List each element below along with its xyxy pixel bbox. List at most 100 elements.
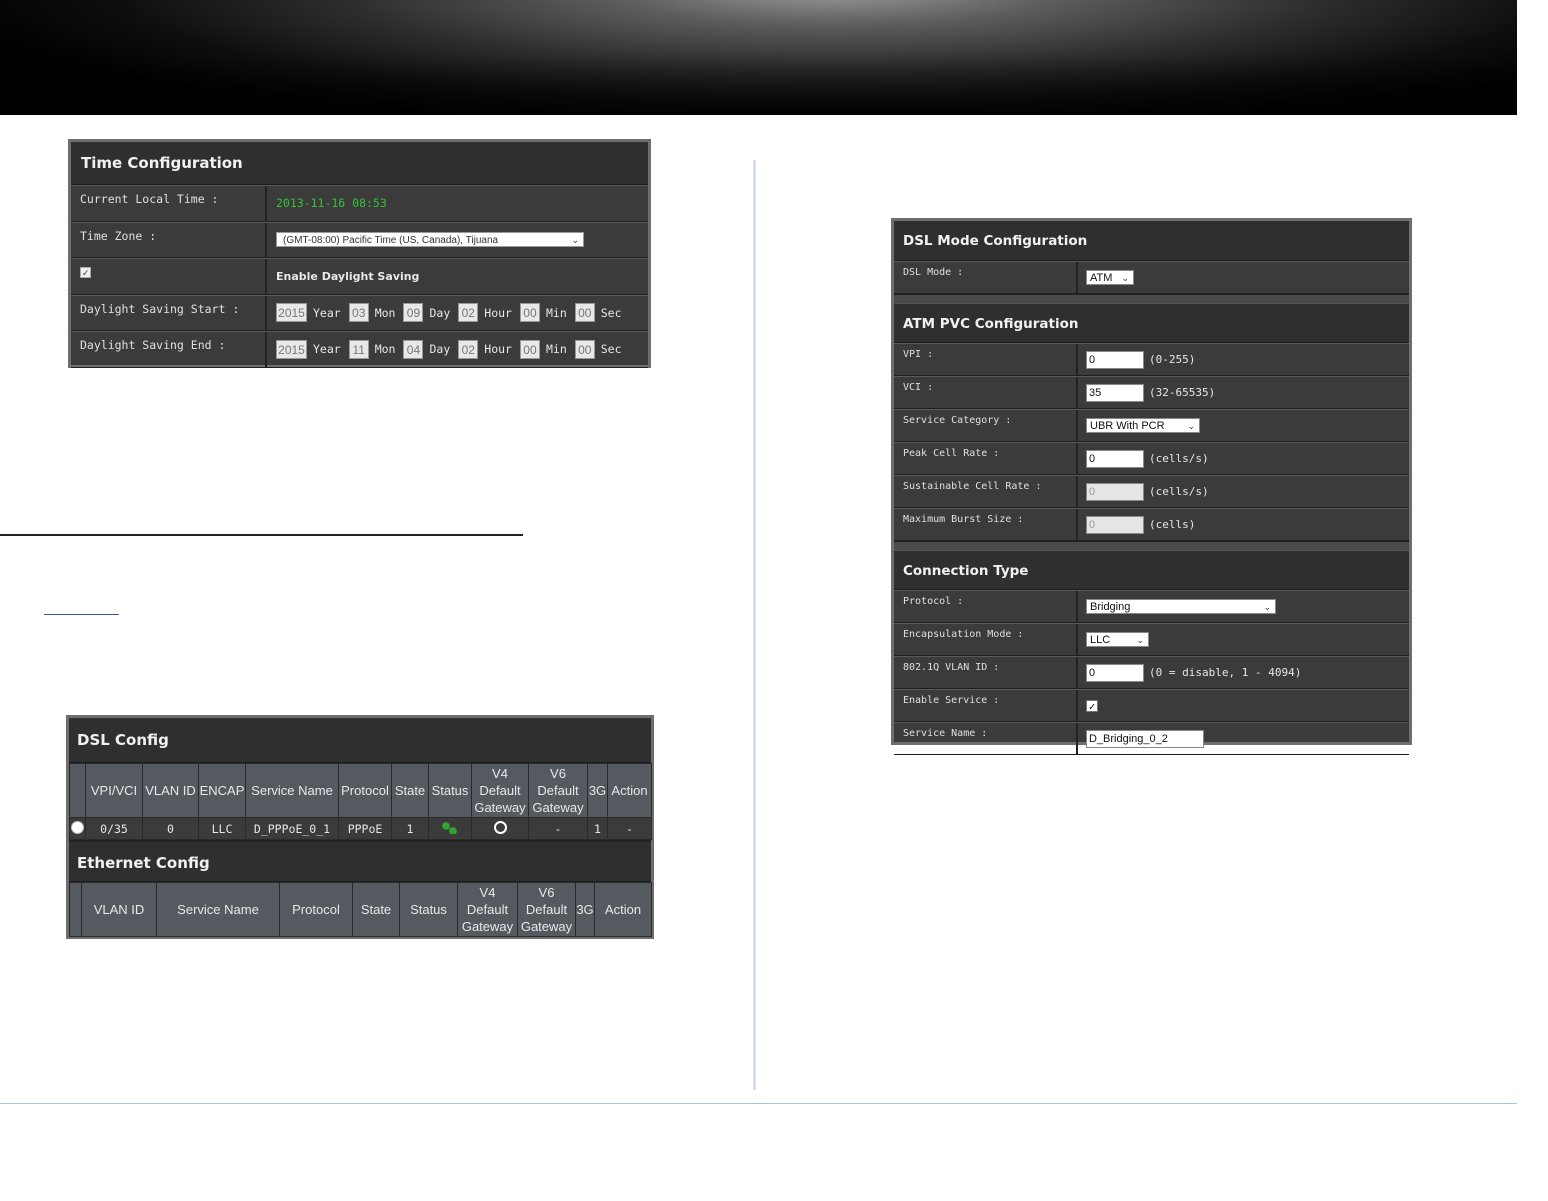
daylight-start-label: Daylight Saving Start : — [71, 295, 267, 330]
protocol-label: Protocol : — [894, 591, 1078, 622]
vlan-row: 802.1Q VLAN ID : 0 (0 = disable, 1 - 4094… — [894, 656, 1409, 689]
vci-row: VCI : 35 (32-65535) — [894, 376, 1409, 409]
enable-service-checkbox[interactable]: ✓ — [1086, 699, 1098, 712]
service-name-row: Service Name : D_Bridging_0_2 — [894, 722, 1409, 755]
pcr-label: Peak Cell Rate : — [894, 443, 1078, 474]
start-year-input[interactable]: 2015 — [276, 303, 307, 323]
atm-pvc-title: ATM PVC Configuration — [894, 303, 1409, 343]
vpi-label: VPI : — [894, 344, 1078, 375]
daylight-end-row: Daylight Saving End : 2015 Year 11 Mon 04 D… — [71, 331, 648, 368]
vci-input[interactable]: 35 — [1086, 383, 1144, 402]
mbs-input: 0 — [1086, 515, 1144, 534]
dsl-mode-select[interactable]: ATM ⌄ — [1086, 270, 1134, 285]
connection-type-title: Connection Type — [894, 550, 1409, 590]
vlan-input[interactable]: 0 — [1086, 663, 1144, 682]
col-state: State — [391, 763, 429, 818]
end-min-input[interactable]: 00 — [519, 339, 540, 359]
pcr-input[interactable]: 0 — [1086, 449, 1144, 468]
row-select-radio[interactable] — [71, 820, 84, 834]
dsl-mode-row: DSL Mode : ATM ⌄ — [894, 261, 1409, 294]
current-time-value: 2013-11-16 08:53 — [276, 196, 387, 211]
end-sec-input[interactable]: 00 — [574, 339, 595, 359]
mbs-row: Maximum Burst Size : 0 (cells) — [894, 508, 1409, 541]
time-config-title: Time Configuration — [71, 142, 648, 185]
ethernet-header-row: VLAN ID Service Name Protocol State Stat… — [69, 882, 652, 937]
encap-row: Encapsulation Mode : LLC ⌄ — [894, 623, 1409, 656]
mbs-label: Maximum Burst Size : — [894, 509, 1078, 540]
eth-col-v4-gateway: V4 Default Gateway — [457, 882, 518, 937]
protocol-select[interactable]: Bridging ⌄ — [1086, 599, 1276, 614]
dsl-mode-label: DSL Mode : — [894, 262, 1078, 293]
scr-row: Sustainable Cell Rate : 0 (cells/s) — [894, 475, 1409, 508]
default-gateway-ring-icon[interactable] — [493, 820, 507, 834]
time-zone-select[interactable]: (GMT-08:00) Pacific Time (US, Canada), T… — [276, 232, 584, 248]
end-day-input[interactable]: 04 — [403, 339, 424, 359]
col-service-name: Service Name — [245, 763, 339, 818]
eth-col-protocol: Protocol — [279, 882, 353, 937]
table-row: 0/35 0 LLC D_PPPoE_0_1 PPPoE 1 - 1 - — [69, 817, 652, 840]
service-category-row: Service Category : UBR With PCR ⌄ — [894, 409, 1409, 442]
column-divider — [753, 160, 756, 1090]
col-v6-gateway: V6 Default Gateway — [528, 763, 588, 818]
col-encap: ENCAP — [198, 763, 246, 818]
time-zone-label: Time Zone : — [71, 222, 267, 257]
pcr-row: Peak Cell Rate : 0 (cells/s) — [894, 442, 1409, 475]
dsl-config-table: VPI/VCI VLAN ID ENCAP Service Name Proto… — [69, 763, 652, 840]
start-hour-input[interactable]: 02 — [458, 303, 479, 323]
service-name-input[interactable]: D_Bridging_0_2 — [1086, 729, 1204, 748]
eth-col-3g: 3G — [575, 882, 595, 937]
chevron-down-icon: ⌄ — [1136, 635, 1144, 645]
col-vlan-id: VLAN ID — [142, 763, 199, 818]
link-underline — [44, 614, 119, 615]
service-category-select[interactable]: UBR With PCR ⌄ — [1086, 418, 1200, 433]
current-time-row: Current Local Time : 2013-11-16 08:53 — [71, 185, 648, 222]
vpi-input[interactable]: 0 — [1086, 350, 1144, 369]
encap-select[interactable]: LLC ⌄ — [1086, 632, 1149, 647]
col-status: Status — [428, 763, 472, 818]
start-month-input[interactable]: 03 — [348, 303, 369, 323]
dsl-mode-panel: DSL Mode Configuration DSL Mode : ATM ⌄ A… — [891, 218, 1412, 755]
chevron-down-icon: ⌄ — [1121, 273, 1129, 283]
ethernet-config-title: Ethernet Config — [69, 840, 651, 882]
eth-col-service-name: Service Name — [156, 882, 280, 937]
start-day-input[interactable]: 09 — [403, 303, 424, 323]
header-banner — [0, 0, 1517, 115]
daylight-saving-label: Enable Daylight Saving — [276, 269, 420, 283]
eth-col-v6-gateway: V6 Default Gateway — [517, 882, 576, 937]
daylight-saving-checkbox[interactable]: ✓ — [80, 267, 91, 279]
enable-service-label: Enable Service : — [894, 690, 1078, 721]
vci-label: VCI : — [894, 377, 1078, 408]
chevron-down-icon: ⌄ — [1187, 421, 1195, 431]
end-year-input[interactable]: 2015 — [276, 339, 307, 359]
encap-label: Encapsulation Mode : — [894, 624, 1078, 655]
vlan-label: 802.1Q VLAN ID : — [894, 657, 1078, 688]
protocol-row: Protocol : Bridging ⌄ — [894, 590, 1409, 623]
dsl-mode-title: DSL Mode Configuration — [894, 221, 1409, 261]
dsl-config-title: DSL Config — [69, 718, 651, 763]
service-name-label: Service Name : — [894, 723, 1078, 754]
time-zone-row: Time Zone : (GMT-08:00) Pacific Time (US… — [71, 221, 648, 258]
scr-label: Sustainable Cell Rate : — [894, 476, 1078, 507]
dsl-header-row: VPI/VCI VLAN ID ENCAP Service Name Proto… — [69, 763, 652, 818]
daylight-saving-row: ✓ Enable Daylight Saving — [71, 258, 648, 295]
eth-col-vlan-id: VLAN ID — [81, 882, 157, 937]
footer-divider — [0, 1103, 1517, 1104]
start-sec-input[interactable]: 00 — [574, 303, 595, 323]
col-v4-gateway: V4 Default Gateway — [471, 763, 529, 818]
time-configuration-panel: Time Configuration Current Local Time : … — [68, 139, 651, 368]
enable-service-row: Enable Service : ✓ — [894, 689, 1409, 722]
end-month-input[interactable]: 11 — [348, 339, 369, 359]
scr-input: 0 — [1086, 482, 1144, 501]
section-rule — [0, 534, 523, 536]
eth-col-action: Action — [594, 882, 652, 937]
time-zone-selected: (GMT-08:00) Pacific Time (US, Canada), T… — [283, 235, 499, 247]
end-hour-input[interactable]: 02 — [458, 339, 479, 359]
wan-config-panel: DSL Config VPI/VCI VLAN ID ENCAP Service… — [66, 715, 654, 939]
chevron-down-icon: ⌄ — [571, 235, 579, 246]
col-protocol: Protocol — [338, 763, 392, 818]
start-min-input[interactable]: 00 — [519, 303, 540, 323]
col-vpi-vci: VPI/VCI — [85, 763, 143, 818]
daylight-start-row: Daylight Saving Start : 2015 Year 03 Mon 0… — [71, 294, 648, 331]
eth-col-status: Status — [399, 882, 458, 937]
daylight-end-label: Daylight Saving End : — [71, 332, 267, 367]
